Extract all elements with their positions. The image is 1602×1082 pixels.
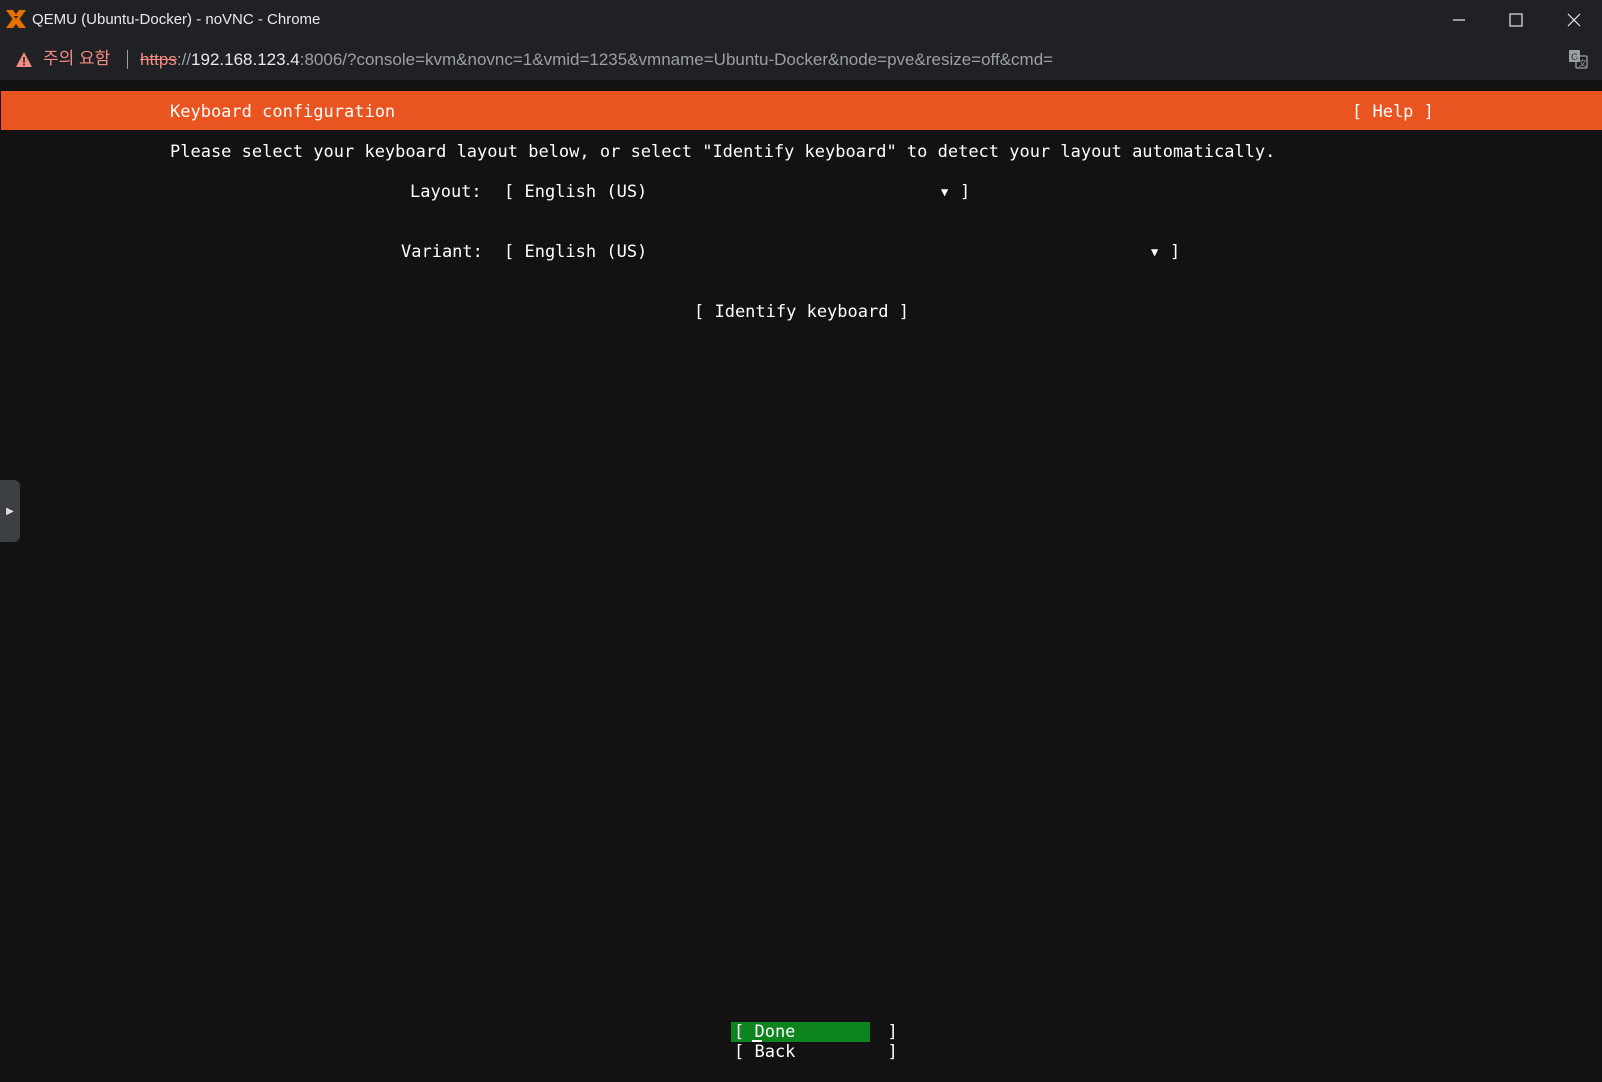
instructions-text: Please select your keyboard layout below… bbox=[170, 142, 1276, 162]
minimize-button[interactable] bbox=[1430, 0, 1487, 39]
back-button[interactable]: [ Back ] bbox=[734, 1041, 898, 1063]
layout-select-close-bracket[interactable]: ] bbox=[960, 181, 970, 203]
proxmox-logo-icon bbox=[6, 10, 26, 28]
layout-select[interactable]: [ English (US) bbox=[504, 181, 647, 203]
minimize-icon bbox=[1452, 18, 1465, 21]
close-button[interactable] bbox=[1545, 0, 1602, 39]
url-separator: :// bbox=[176, 50, 192, 69]
url-path: :8006/?console=kvm&novnc=1&vmid=1235&vmn… bbox=[299, 50, 1054, 69]
svg-text:文: 文 bbox=[1579, 58, 1587, 68]
help-button[interactable]: [ Help ] bbox=[1352, 101, 1434, 123]
vnc-screen[interactable] bbox=[0, 80, 1602, 1082]
installer-header-title: Keyboard configuration bbox=[170, 102, 396, 122]
maximize-icon bbox=[1508, 12, 1523, 27]
url-scheme: https bbox=[140, 50, 177, 69]
identify-keyboard-button[interactable]: [ Identify keyboard ] bbox=[694, 301, 909, 323]
security-warning-label[interactable]: 주의 요함 bbox=[43, 39, 110, 80]
svg-text:G: G bbox=[1571, 53, 1578, 63]
window-title-bar: QEMU (Ubuntu-Docker) - noVNC - Chrome bbox=[0, 0, 1602, 39]
warning-triangle-icon[interactable] bbox=[15, 51, 33, 68]
variant-select-close-bracket[interactable]: ] bbox=[1170, 241, 1180, 263]
window-title: QEMU (Ubuntu-Docker) - noVNC - Chrome bbox=[32, 11, 321, 28]
layout-dropdown-arrow-icon[interactable]: ▼ bbox=[941, 181, 948, 203]
expand-arrow-icon: ▶ bbox=[6, 505, 14, 517]
layout-label: Layout: bbox=[410, 182, 482, 202]
url-field[interactable]: https://192.168.123.4:8006/?console=kvm&… bbox=[140, 39, 1053, 80]
novnc-sidebar-handle[interactable]: ▶ bbox=[0, 480, 20, 542]
address-bar[interactable]: 주의 요함 https://192.168.123.4:8006/?consol… bbox=[0, 39, 1602, 80]
variant-select[interactable]: [ English (US) bbox=[504, 241, 647, 263]
translate-icon[interactable]: G 文 bbox=[1568, 49, 1588, 69]
url-host: 192.168.123.4 bbox=[191, 50, 300, 69]
variant-dropdown-arrow-icon[interactable]: ▼ bbox=[1151, 241, 1158, 263]
close-icon bbox=[1567, 13, 1580, 26]
variant-label: Variant: bbox=[401, 242, 483, 262]
vnc-top-strip bbox=[0, 80, 1602, 90]
address-divider bbox=[127, 50, 128, 69]
maximize-button[interactable] bbox=[1487, 0, 1544, 39]
